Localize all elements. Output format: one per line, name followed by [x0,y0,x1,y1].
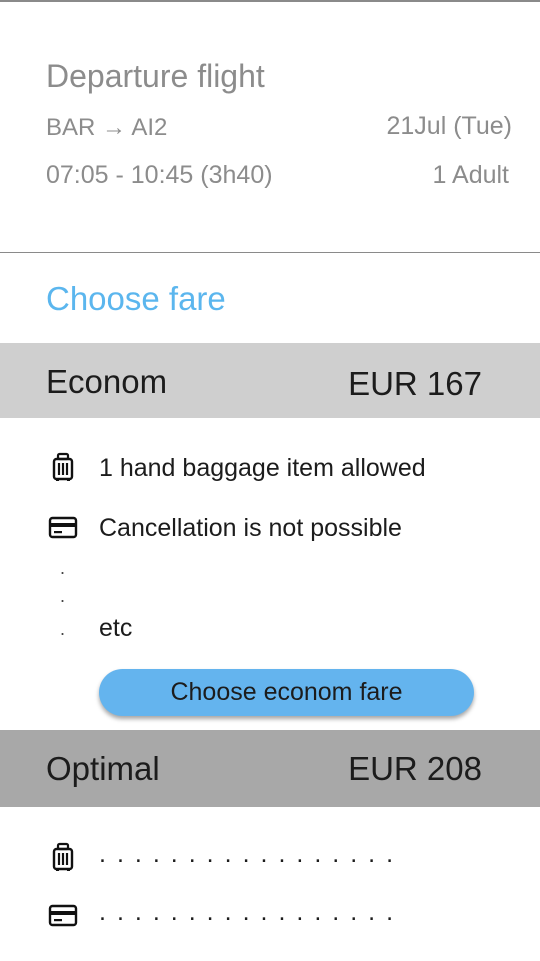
passenger-count: 1 Adult [432,161,509,189]
fare-feature-baggage: ................. [0,838,540,878]
flight-times: 07:05 - 10:45 (3h40) [46,161,273,189]
fare-price: EUR 208 [348,750,482,787]
arrow-right-icon: → [102,114,127,141]
flight-title: Departure flight [46,58,265,94]
fare-price: EUR 167 [348,365,482,402]
route-from: BAR [46,114,96,141]
ellipsis-dot: . [60,586,66,606]
choose-fare-title: Choose fare [46,280,226,317]
feature-text: Cancellation is not possible [99,514,402,542]
flight-route: BAR → AI2 [46,114,167,142]
flight-summary: Departure flight BAR → AI2 21Jul (Tue) 0… [0,2,540,252]
feature-placeholder-dots: ................. [99,898,405,926]
luggage-icon [52,842,74,871]
credit-card-icon [48,516,78,539]
choose-econom-fare-button[interactable]: Choose econom fare [99,669,474,716]
section-divider [0,252,540,253]
feature-placeholder-dots: ................. [99,840,405,868]
fare-feature-cancellation: Cancellation is not possible [0,508,540,548]
fare-name: Econom [46,363,168,400]
credit-card-icon [48,904,78,927]
fare-feature-cancellation: ................. [0,896,540,936]
fare-header-optimal[interactable]: Optimal EUR 208 [0,730,540,807]
flight-date: 21Jul (Tue) [386,112,512,140]
luggage-icon [52,452,74,481]
feature-text: 1 hand baggage item allowed [99,454,426,482]
ellipsis-dot: . [60,558,66,578]
route-to: AI2 [131,114,168,141]
fare-name: Optimal [46,750,160,787]
fare-feature-baggage: 1 hand baggage item allowed [0,448,540,488]
fare-header-econom[interactable]: Econom EUR 167 [0,343,540,418]
more-features-text: etc [99,614,133,642]
ellipsis-dot: . [60,619,66,639]
